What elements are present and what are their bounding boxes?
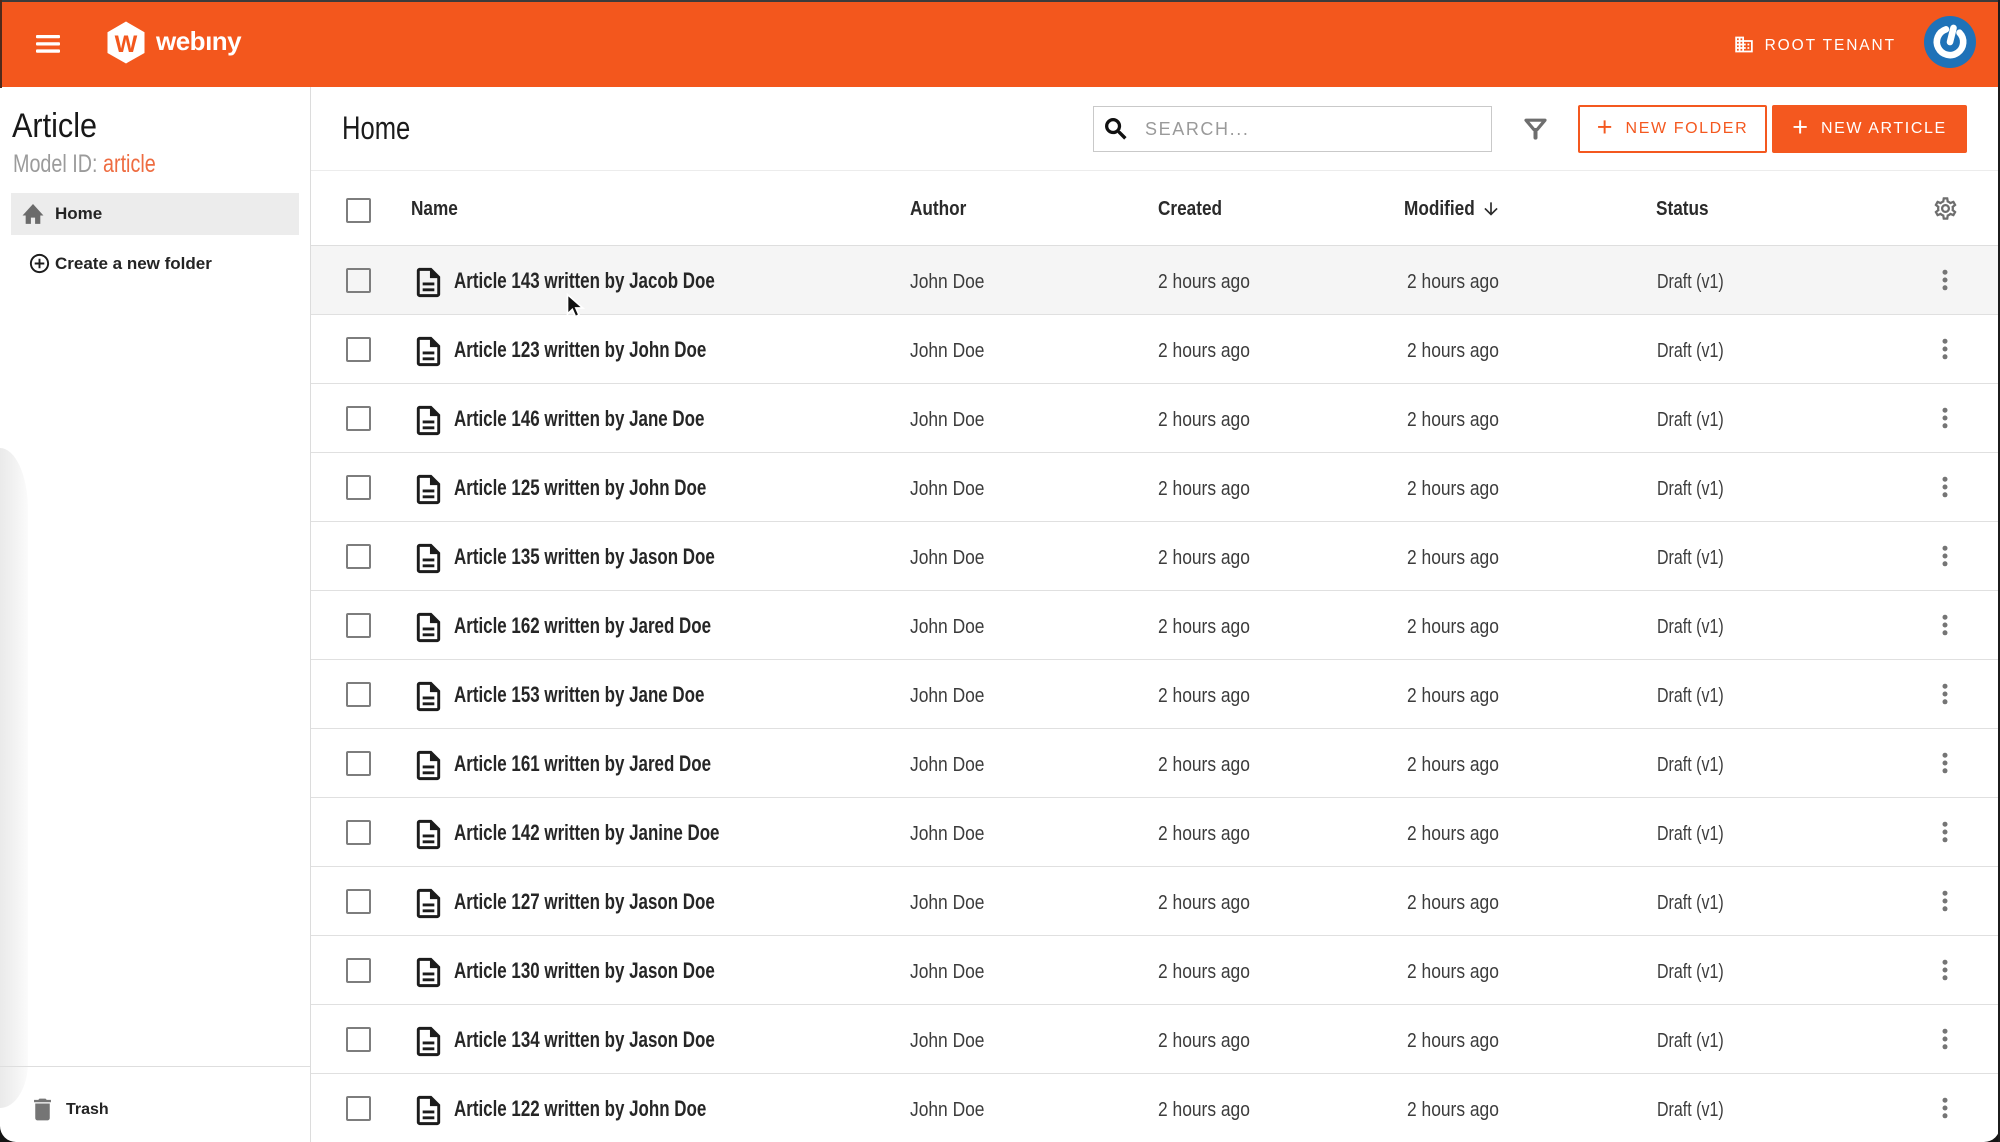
svg-text:W: W — [115, 31, 138, 58]
